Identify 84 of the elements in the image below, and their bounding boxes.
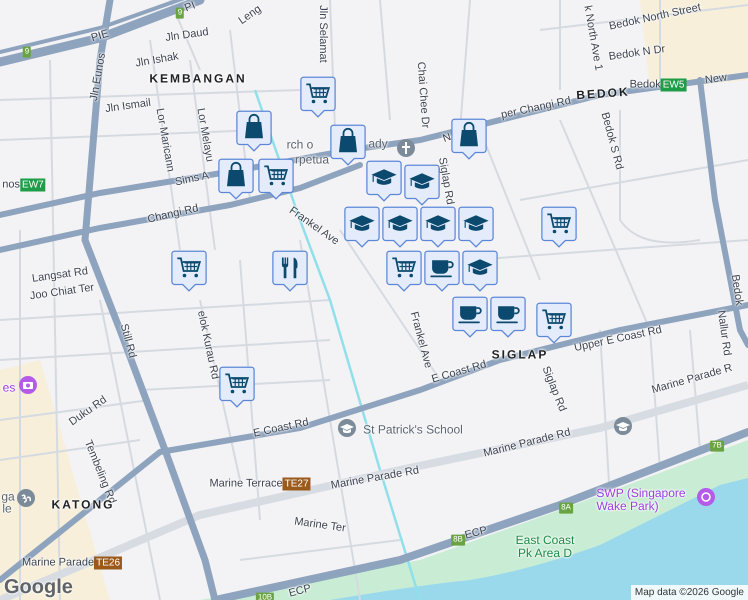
station-code-badge: EW7 <box>20 178 46 192</box>
district-label: SIGLAP <box>492 348 548 362</box>
district-label: BEDOK <box>576 86 630 102</box>
district-label: KEMBANGAN <box>149 72 247 86</box>
camera-icon[interactable] <box>18 375 38 395</box>
place-label: rpetua <box>294 153 330 167</box>
street-label: Nallur Rd <box>714 309 734 357</box>
shopping-bag-pin-icon[interactable] <box>236 110 272 152</box>
shopping-cart-pin-icon[interactable] <box>300 76 336 118</box>
street-label: Upper E Coast Rd <box>573 324 663 354</box>
map-attribution: Map data ©2026 Google <box>630 585 748 600</box>
route-shield: 9 <box>176 8 184 18</box>
shopping-bag-pin-icon[interactable] <box>330 124 366 166</box>
shopping-cart-pin-icon[interactable] <box>219 366 255 408</box>
street-label: Lor Melayu <box>194 107 216 163</box>
street-label: N <box>441 130 453 146</box>
shopping-cart-pin-icon[interactable] <box>386 250 422 292</box>
street-label: ECP <box>464 524 488 542</box>
route-shield: 8B <box>451 534 465 546</box>
shopping-cart-pin-icon[interactable] <box>171 250 207 292</box>
graduation-cap-pin-icon[interactable] <box>344 206 380 248</box>
street-label: Bedok N Dr <box>608 43 666 63</box>
coffee-cup-pin-icon[interactable] <box>424 250 460 292</box>
shopping-cart-pin-icon[interactable] <box>536 302 572 344</box>
street-label: Bedok S Rd <box>598 111 626 171</box>
street-label: Still Rd <box>118 322 138 360</box>
street-label: Bedok <box>728 274 746 306</box>
street-label: PI <box>182 0 198 15</box>
street-label: Marine Parade R <box>650 362 734 396</box>
station-name: nos <box>2 178 20 192</box>
street-label: Jln Selamat <box>316 5 330 63</box>
street-label: Siglap Rd <box>436 156 456 206</box>
place-label: rch o <box>286 138 314 152</box>
street-label: Jln Daud <box>164 26 210 44</box>
street-label: New <box>704 71 728 87</box>
route-shield: 9 <box>22 46 32 58</box>
street-label: Marine Parade Rd <box>330 464 420 492</box>
street-label: per Changi Rd <box>500 94 572 122</box>
school-icon[interactable] <box>613 416 633 436</box>
street-label: Sims A <box>174 170 210 188</box>
street-label: elok Kurau Rd <box>194 310 222 380</box>
attraction-label: SWP (Singapore Wake Park) <box>596 486 686 514</box>
shopping-cart-pin-icon[interactable] <box>541 206 577 248</box>
attraction-label: es <box>2 381 16 395</box>
fork-knife-pin-icon[interactable] <box>272 250 308 292</box>
graduation-cap-pin-icon[interactable] <box>462 250 498 292</box>
graduation-cap-pin-icon[interactable] <box>382 206 418 248</box>
street-label: Leng <box>236 3 264 27</box>
street-label: Marine Ter <box>294 515 346 535</box>
station-code-badge: TE26 <box>94 556 122 570</box>
route-shield: 8A <box>559 502 573 514</box>
route-shield: 10B <box>256 592 274 600</box>
place-label: le <box>2 502 12 516</box>
graduation-cap-pin-icon[interactable] <box>458 206 494 248</box>
street-label: E Coast Rd <box>252 416 310 440</box>
school-icon[interactable] <box>337 418 357 438</box>
street-label: PIE <box>90 28 110 44</box>
shopping-bag-pin-icon[interactable] <box>218 158 254 200</box>
station-code-badge: TE27 <box>282 478 311 490</box>
street-label: ECP <box>288 582 312 600</box>
street-label: Lor Maricann <box>153 107 177 173</box>
coffee-cup-pin-icon[interactable] <box>490 296 526 338</box>
shopping-bag-pin-icon[interactable] <box>451 118 487 160</box>
street-label: Siglap Rd <box>539 364 569 414</box>
street-label: k North Ave 1 <box>581 4 605 72</box>
om-symbol-icon[interactable] <box>16 488 36 508</box>
street-label: Jln Ishak <box>134 50 180 70</box>
graduation-cap-pin-icon[interactable] <box>420 206 456 248</box>
graduation-cap-pin-icon[interactable] <box>404 164 440 206</box>
park-label: East Coast Pk Area D <box>516 534 574 560</box>
street-label: Changi Rd <box>146 202 200 226</box>
google-logo: Google <box>4 576 73 599</box>
church-icon[interactable] <box>396 138 416 158</box>
place-label: ga <box>1 490 15 504</box>
street-label: Bedok North Street <box>608 1 702 33</box>
station-code-badge: EW5 <box>660 78 686 92</box>
station-name: Marine Terrace <box>209 478 283 490</box>
street-label: Chai Chee Dr <box>414 61 432 129</box>
shopping-cart-pin-icon[interactable] <box>258 158 294 200</box>
wake-park-icon[interactable] <box>696 487 716 507</box>
street-label: Marine Parade Rd <box>482 426 572 460</box>
route-shield: 7B <box>710 440 724 452</box>
coffee-cup-pin-icon[interactable] <box>452 296 488 338</box>
graduation-cap-pin-icon[interactable] <box>366 160 402 202</box>
